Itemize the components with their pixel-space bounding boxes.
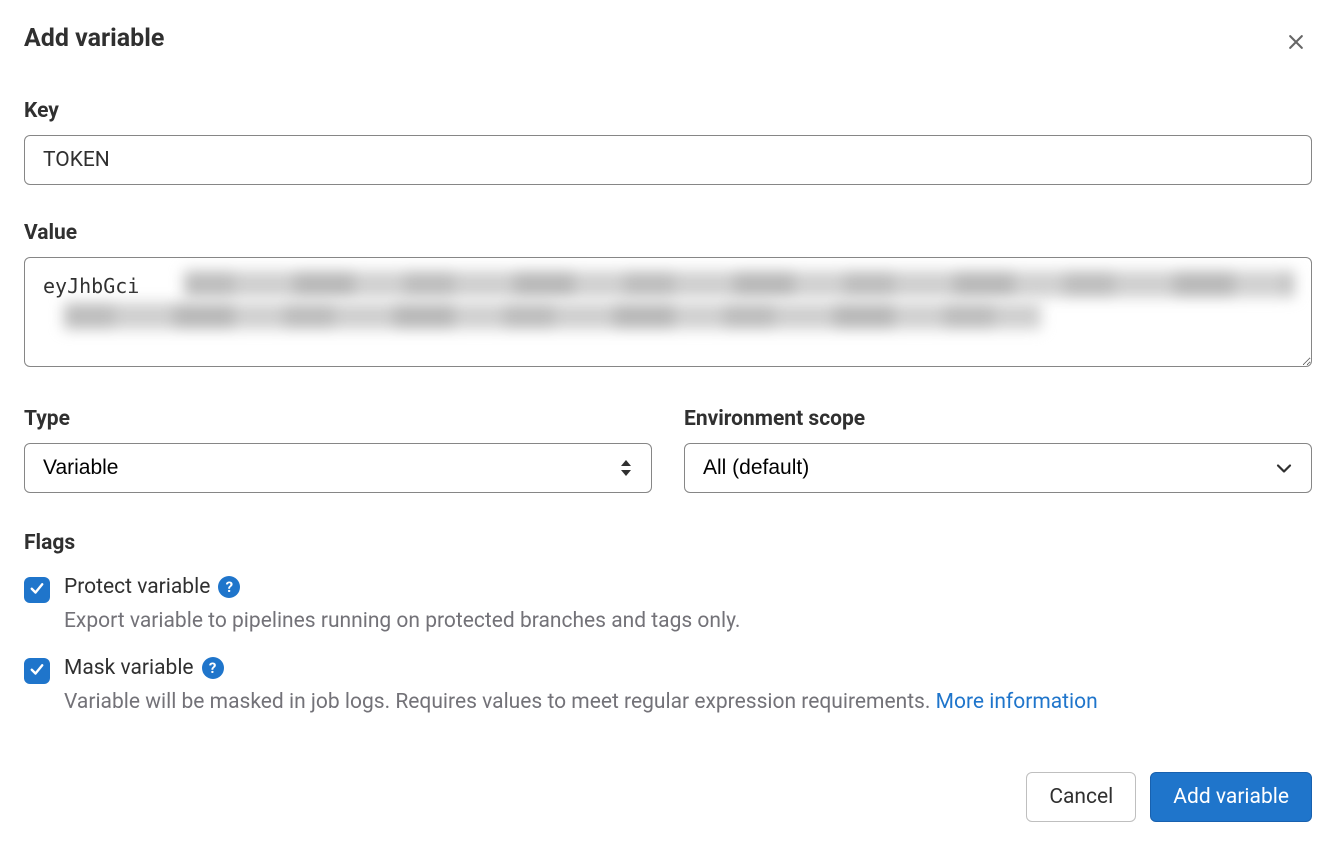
- protect-variable-label: Protect variable: [64, 575, 210, 599]
- protect-variable-row: Protect variable ? Export variable to pi…: [24, 575, 1312, 636]
- mask-variable-checkbox[interactable]: [24, 658, 50, 684]
- type-scope-row: Type Variable Environment scope All (def…: [24, 407, 1312, 493]
- help-icon[interactable]: ?: [202, 657, 224, 679]
- checkmark-icon: [28, 660, 46, 682]
- modal-header: Add variable: [24, 24, 1312, 61]
- checkmark-icon: [28, 579, 46, 601]
- flags-section: Flags Protect variable ? Export variable…: [24, 531, 1312, 718]
- mask-variable-desc: Variable will be masked in job logs. Req…: [64, 688, 1312, 717]
- modal-title: Add variable: [24, 24, 164, 53]
- close-icon: [1286, 32, 1306, 55]
- help-icon[interactable]: ?: [218, 576, 240, 598]
- value-textarea[interactable]: eyJhbGci: [24, 257, 1312, 367]
- key-label: Key: [24, 99, 1312, 123]
- value-label: Value: [24, 221, 1312, 245]
- mask-variable-row: Mask variable ? Variable will be masked …: [24, 656, 1312, 717]
- scope-select[interactable]: All (default): [684, 443, 1312, 493]
- type-label: Type: [24, 407, 652, 431]
- protect-variable-desc: Export variable to pipelines running on …: [64, 607, 1312, 636]
- add-variable-button[interactable]: Add variable: [1150, 772, 1312, 822]
- modal-footer: Cancel Add variable: [24, 772, 1312, 822]
- mask-variable-label: Mask variable: [64, 656, 194, 680]
- scope-label: Environment scope: [684, 407, 1312, 431]
- add-variable-modal: Add variable Key Value eyJhbGci Type Var…: [0, 0, 1336, 846]
- key-input[interactable]: [24, 135, 1312, 185]
- protect-variable-checkbox[interactable]: [24, 577, 50, 603]
- flags-label: Flags: [24, 531, 1312, 555]
- cancel-button[interactable]: Cancel: [1026, 772, 1136, 822]
- type-select[interactable]: Variable: [24, 443, 652, 493]
- value-field-wrap: eyJhbGci: [24, 257, 1312, 371]
- scope-select-value: All (default): [703, 456, 809, 479]
- more-information-link[interactable]: More information: [936, 690, 1098, 714]
- close-button[interactable]: [1280, 26, 1312, 61]
- type-select-value: Variable: [43, 456, 119, 479]
